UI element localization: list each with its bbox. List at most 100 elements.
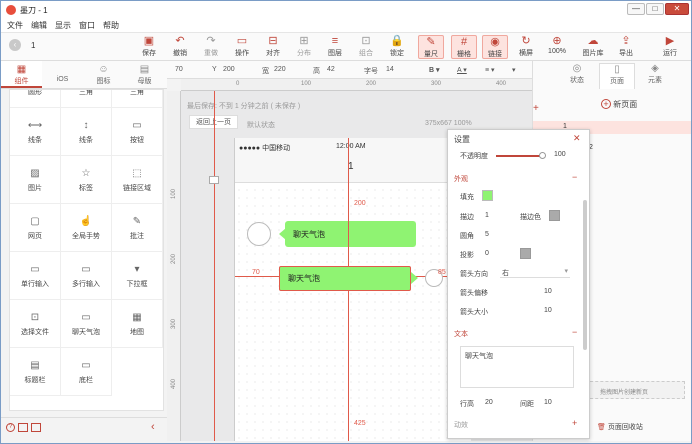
component-title-bar[interactable]: ▤ 标题栏 (10, 348, 61, 396)
opacity-slider-track[interactable] (496, 155, 541, 157)
component-triangle-down[interactable]: ▽三角 (112, 90, 163, 108)
tab-components[interactable]: ▦ 组件 (1, 61, 42, 88)
collapse-left-icon[interactable]: ‹ (151, 421, 155, 433)
opacity-input[interactable]: 100 (554, 151, 566, 158)
guide-line-vertical[interactable] (214, 91, 215, 441)
component-circle[interactable]: ○圆形 (10, 90, 61, 108)
menu-view[interactable]: 显示 (55, 20, 71, 31)
new-page-button[interactable]: + 新页面 (601, 99, 637, 110)
avatar-circle[interactable] (247, 222, 271, 246)
effects-section[interactable]: 动效 (454, 420, 468, 430)
component-label[interactable]: ☆ 标签 (61, 156, 112, 204)
shadow-input[interactable]: 0 (485, 250, 489, 257)
tab-states[interactable]: ◎ 状态 (559, 63, 595, 85)
x-input[interactable]: 70 (175, 66, 183, 73)
line-height-input[interactable]: 20 (485, 399, 493, 406)
align-text-icon[interactable]: ≡ ▾ (485, 66, 495, 74)
redo-button[interactable]: ↷ 重做 (198, 35, 224, 58)
operate-button[interactable]: ▭ 操作 (229, 35, 255, 58)
component-gesture[interactable]: ☝ 全局手势 (61, 204, 112, 252)
close-button[interactable]: ✕ (665, 3, 689, 15)
tab-ios[interactable]: iOS (42, 61, 83, 88)
menu-window[interactable]: 窗口 (79, 20, 95, 31)
stroke-input[interactable]: 1 (485, 212, 489, 219)
text-color-icon[interactable]: A ▾ (457, 66, 467, 74)
minimize-button[interactable]: — (627, 3, 645, 15)
save-button[interactable]: ▣ 保存 (136, 35, 162, 58)
align-button[interactable]: ⊟ 对齐 (260, 35, 286, 58)
component-image[interactable]: ▨ 图片 (10, 156, 61, 204)
back-circle-icon[interactable]: ‹ (9, 39, 21, 51)
recycle-bin-button[interactable]: 🗑 页面回收站 (597, 422, 643, 432)
undo-button[interactable]: ↶ 撤销 (167, 35, 193, 58)
more-icon[interactable]: ▾ (512, 66, 516, 74)
chat-bubble-1[interactable]: 聊天气泡 (285, 221, 416, 247)
chat-bubble-2-selected[interactable]: 聊天气泡 (279, 266, 411, 291)
font-size-input[interactable]: 14 (386, 66, 394, 73)
menu-help[interactable]: 帮助 (103, 20, 119, 31)
spacing-input[interactable]: 10 (544, 399, 552, 406)
effects-expand-icon[interactable]: + (572, 418, 577, 428)
component-hline[interactable]: ⟷ 线条 (10, 108, 61, 156)
tab-masters[interactable]: ▤ 母版 (124, 61, 165, 88)
lock-button[interactable]: 🔒 锁定 (384, 35, 410, 58)
group-button[interactable]: ⊡ 组合 (353, 35, 379, 58)
distribute-button[interactable]: ⊞ 分布 (291, 35, 317, 58)
image-drop-zone[interactable]: 拖拽图片创建新页 (585, 381, 685, 399)
help-icon[interactable]: ? (6, 423, 15, 432)
appearance-collapse-icon[interactable]: − (572, 172, 577, 182)
message-icon[interactable] (31, 423, 41, 432)
component-link-area[interactable]: ⬚ 链接区域 (112, 156, 163, 204)
component-file-select[interactable]: ⊡ 选择文件 (10, 300, 61, 348)
menu-file[interactable]: 文件 (7, 20, 23, 31)
component-webpage[interactable]: ▢ 网页 (10, 204, 61, 252)
bold-icon[interactable]: B ▾ (429, 66, 440, 74)
component-button[interactable]: ▭ 按钮 (112, 108, 163, 156)
grid-button[interactable]: # 栅格 (451, 35, 477, 59)
text-collapse-icon[interactable]: − (572, 327, 577, 337)
link-button[interactable]: ◉ 链接 (482, 35, 508, 59)
shadow-color-swatch[interactable] (520, 248, 531, 259)
tab-icons[interactable]: ☺ 图标 (83, 61, 124, 88)
component-triangle[interactable]: △三角 (61, 90, 112, 108)
window-title: 墨刀 - 1 (20, 5, 48, 15)
opacity-slider-handle[interactable] (539, 152, 546, 159)
component-multi-input[interactable]: ▭ 多行输入 (61, 252, 112, 300)
menu-edit[interactable]: 编辑 (31, 20, 47, 31)
tab-elements[interactable]: ◈ 元素 (637, 63, 673, 85)
run-button[interactable]: ▶ 运行 (657, 35, 683, 58)
component-vline[interactable]: ↕ 线条 (61, 108, 112, 156)
width-input[interactable]: 220 (274, 66, 286, 73)
settings-close-icon[interactable]: ✕ (573, 133, 581, 144)
panel-add-icon[interactable]: + (533, 103, 547, 115)
tab-pages[interactable]: ▯ 页面 (599, 63, 635, 89)
phone-screen[interactable]: ●●●●● 中国移动 12:00 AM 1 200 聊天气泡 70 聊天气泡 8… (234, 138, 472, 441)
layers-button[interactable]: ≡ 图层 (322, 35, 348, 58)
arrow-size-input[interactable]: 10 (544, 307, 552, 314)
appearance-section[interactable]: 外观 (454, 174, 468, 184)
arrow-offset-input[interactable]: 10 (544, 288, 552, 295)
stroke-color-swatch[interactable] (549, 210, 560, 221)
component-single-input[interactable]: ▭ 单行输入 (10, 252, 61, 300)
height-input[interactable]: 42 (327, 66, 335, 73)
ruler-button[interactable]: ✎ 量尺 (418, 35, 444, 59)
landscape-button[interactable]: ↻ 横屏 (513, 35, 539, 58)
guide-handle[interactable] (209, 176, 219, 184)
fill-color-swatch[interactable] (482, 190, 493, 201)
component-annotation[interactable]: ✎ 批注 (112, 204, 163, 252)
text-section[interactable]: 文本 (454, 329, 468, 339)
arrow-direction-select[interactable]: 右 ▾ (500, 266, 570, 278)
settings-scrollbar[interactable] (583, 200, 587, 350)
export-button[interactable]: ⇪ 导出 (613, 35, 639, 58)
image-library-button[interactable]: ☁ 图片库 (580, 35, 606, 58)
text-content-input[interactable]: 聊天气泡 (460, 346, 574, 388)
component-dropdown[interactable]: ▾ 下拉框 (112, 252, 163, 300)
component-map[interactable]: ▦ 地图 (112, 300, 163, 348)
component-bottom-bar[interactable]: ▭ 底栏 (61, 348, 112, 396)
component-chat-bubble[interactable]: ▭ 聊天气泡 (61, 300, 112, 348)
y-input[interactable]: 200 (223, 66, 235, 73)
zoom-button[interactable]: ⊕ 100% (544, 35, 570, 55)
feedback-icon[interactable] (18, 423, 28, 432)
radius-input[interactable]: 5 (485, 231, 489, 238)
maximize-button[interactable]: □ (646, 3, 664, 15)
